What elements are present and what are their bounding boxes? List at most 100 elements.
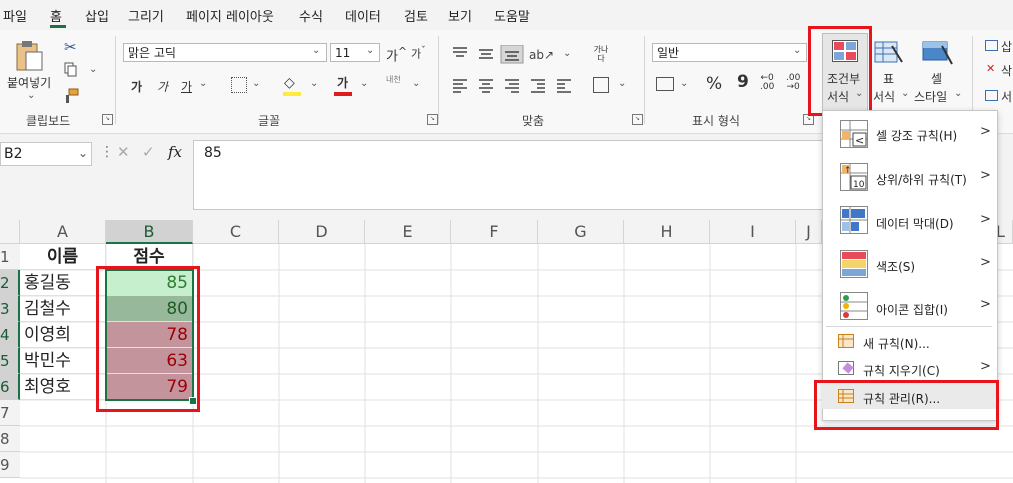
paste-button[interactable] <box>14 38 44 72</box>
format-as-table-dropdown-icon[interactable]: ⌄ <box>901 88 909 99</box>
underline-dropdown-icon[interactable]: ⌄ <box>199 78 207 89</box>
column-header-a[interactable]: A <box>20 220 106 244</box>
phonetic-dropdown-icon[interactable]: ⌄ <box>412 78 420 89</box>
orientation-dropdown-icon[interactable]: ⌄ <box>563 48 571 59</box>
cancel-icon[interactable]: ✕ <box>117 143 130 161</box>
font-name-dropdown-icon[interactable]: ⌄ <box>312 45 320 56</box>
active-tab-indicator <box>50 25 66 28</box>
italic-button[interactable]: 가 <box>157 78 168 95</box>
cut-icon[interactable]: ✂ <box>64 38 77 56</box>
new-rule-icon <box>838 334 854 348</box>
tab-formulas[interactable]: 수식 <box>299 6 323 25</box>
tab-help[interactable]: 도움말 <box>494 6 530 25</box>
cell-name[interactable]: 홍길동 <box>20 270 106 296</box>
row-header-4[interactable]: 4 <box>0 322 20 348</box>
font-size-dropdown-icon[interactable]: ⌄ <box>366 45 374 56</box>
tab-insert[interactable]: 삽입 <box>85 6 109 25</box>
cell-a1[interactable]: 이름 <box>20 244 106 270</box>
format-as-table-label-2[interactable]: 서식 <box>873 88 895 105</box>
tab-data[interactable]: 데이터 <box>345 6 381 25</box>
tab-review[interactable]: 검토 <box>404 6 428 25</box>
row-header-8[interactable]: 8 <box>0 426 20 452</box>
row-header-6[interactable]: 6 <box>0 374 20 400</box>
phonetic-button[interactable]: 내천 <box>386 74 401 85</box>
increase-font-button[interactable]: 가^ <box>386 45 407 64</box>
copy-icon[interactable] <box>64 62 77 77</box>
column-header-f[interactable]: F <box>451 220 538 244</box>
format-as-table-icon[interactable] <box>874 40 904 66</box>
cell-styles-label-2[interactable]: 스타일 <box>914 88 947 105</box>
svg-text:↑: ↑ <box>844 166 852 176</box>
accounting-dropdown-icon[interactable]: ⌄ <box>680 78 688 89</box>
insert-cells-icon[interactable] <box>985 40 998 51</box>
cell-styles-icon[interactable] <box>922 40 954 66</box>
tab-page-layout[interactable]: 페이지 레이아웃 <box>186 6 274 25</box>
insert-cells-label[interactable]: 삽 <box>1001 38 1012 55</box>
alignment-launcher-icon[interactable]: ↘ <box>632 114 643 125</box>
row-header-1[interactable]: 1 <box>0 244 20 270</box>
cell-styles-label-1[interactable]: 셀 <box>931 70 942 87</box>
number-format-dropdown-icon[interactable]: ⌄ <box>793 45 801 56</box>
cell-name[interactable]: 박민수 <box>20 348 106 374</box>
column-header-l[interactable]: L <box>996 220 1013 244</box>
tab-view[interactable]: 보기 <box>448 6 472 25</box>
column-header-h[interactable]: H <box>624 220 710 244</box>
enter-icon[interactable]: ✓ <box>142 143 155 161</box>
clipboard-launcher-icon[interactable]: ↘ <box>102 114 113 125</box>
merge-center-icon[interactable] <box>593 77 609 93</box>
tab-file[interactable]: 파일 <box>3 6 27 25</box>
row-header-5[interactable]: 5 <box>0 348 20 374</box>
underline-button[interactable]: 가 <box>181 78 192 95</box>
column-header-j[interactable]: J <box>796 220 822 244</box>
delete-cells-label[interactable]: 삭 <box>1001 62 1012 79</box>
paste-label[interactable]: 붙여넣기 <box>7 74 51 91</box>
decrease-font-button[interactable]: 가ˇ <box>411 45 426 62</box>
tab-draw[interactable]: 그리기 <box>128 6 164 25</box>
copy-dropdown-icon[interactable]: ⌄ <box>89 64 97 75</box>
merge-dropdown-icon[interactable]: ⌄ <box>618 78 626 89</box>
tab-home[interactable]: 홈 <box>50 6 62 25</box>
menu-item-label: 상위/하위 규칙(T) <box>876 173 967 187</box>
delete-cells-icon[interactable]: ✕ <box>986 62 995 75</box>
format-cells-icon[interactable] <box>985 90 998 101</box>
font-color-dropdown-icon[interactable]: ⌄ <box>360 78 368 89</box>
fill-color-dropdown-icon[interactable]: ⌄ <box>310 78 318 89</box>
row-header-2[interactable]: 2 <box>0 270 20 296</box>
font-launcher-icon[interactable]: ↘ <box>427 114 438 125</box>
accounting-format-icon[interactable] <box>656 77 674 91</box>
decrease-decimal-icon[interactable]: .00 →0 <box>786 74 800 92</box>
cell-styles-dropdown-icon[interactable]: ⌄ <box>954 88 962 99</box>
column-header-e[interactable]: E <box>365 220 451 244</box>
name-box-dropdown-icon[interactable]: ⌄ <box>78 146 88 160</box>
insert-function-button[interactable]: fx <box>168 143 182 161</box>
wrap-text-button[interactable]: 가나다 <box>593 45 609 63</box>
comma-style-button[interactable]: 9 <box>737 72 749 92</box>
column-header-b[interactable]: B <box>106 220 193 244</box>
formula-input[interactable] <box>193 140 823 210</box>
column-header-g[interactable]: G <box>538 220 624 244</box>
fill-color-icon[interactable]: ◇ <box>284 75 295 91</box>
submenu-arrow-icon: > <box>980 359 991 374</box>
paste-dropdown-icon[interactable]: ⌄ <box>27 90 35 101</box>
format-as-table-label-1[interactable]: 표 <box>883 70 894 87</box>
row-header-9[interactable]: 9 <box>0 452 20 478</box>
select-all-corner[interactable] <box>0 220 20 244</box>
bold-button[interactable]: 가 <box>131 78 142 95</box>
percent-style-button[interactable]: % <box>706 74 722 94</box>
font-color-button[interactable]: 가 <box>337 74 348 91</box>
column-header-d[interactable]: D <box>279 220 365 244</box>
row-header-7[interactable]: 7 <box>0 400 20 426</box>
cell-name[interactable]: 최영호 <box>20 374 106 400</box>
borders-dropdown-icon[interactable]: ⌄ <box>252 78 260 89</box>
cell-name[interactable]: 김철수 <box>20 296 106 322</box>
borders-icon[interactable] <box>231 77 247 93</box>
cell-name[interactable]: 이영희 <box>20 322 106 348</box>
format-cells-label[interactable]: 서 <box>1001 88 1012 105</box>
column-header-c[interactable]: C <box>193 220 279 244</box>
column-header-i[interactable]: I <box>710 220 796 244</box>
number-format-combo[interactable]: 일반 <box>652 43 807 62</box>
row-header-3[interactable]: 3 <box>0 296 20 322</box>
format-painter-icon[interactable] <box>63 88 79 104</box>
font-name-combo[interactable]: 맑은 고딕 <box>123 43 327 62</box>
increase-decimal-icon[interactable]: ←0.00 <box>760 74 774 92</box>
